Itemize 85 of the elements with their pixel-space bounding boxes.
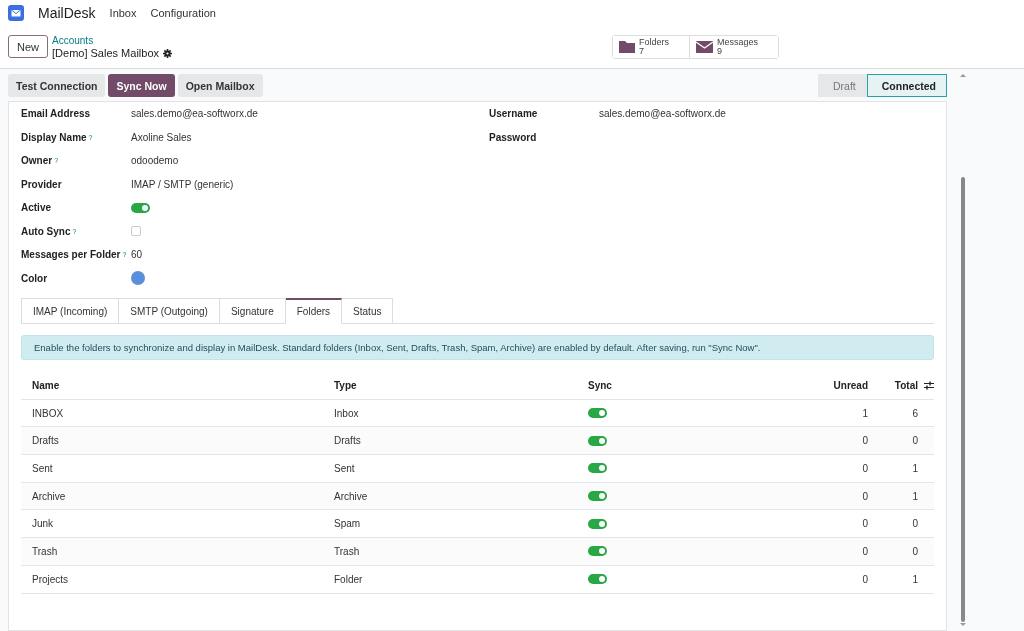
table-cell-text: Trash [334, 545, 361, 557]
column-header[interactable]: Name [32, 379, 334, 391]
stat-button[interactable]: Messages 9 [689, 35, 779, 58]
info-notice: Enable the folders to synchronize and display in MailDesk. Standard folders (Inbox, Sent, Drafts, Trash, Spam, Archive) are enabled by default. After saving, run "Sync Now". [21, 335, 934, 360]
table-cell-text: Sent [32, 462, 54, 474]
field-label: Auto Sync [21, 225, 71, 237]
table-cell-text: Folder [334, 573, 364, 585]
table-cell-text: 1 [861, 407, 868, 419]
column-header[interactable]: Sync [588, 379, 808, 391]
status-stage[interactable]: Draft [817, 74, 867, 97]
column-header[interactable]: Total [868, 379, 918, 391]
toggle-switch[interactable] [588, 546, 607, 557]
table-cell-text: 1 [911, 462, 918, 474]
field-label: Provider [21, 178, 62, 190]
table-cell-text: 0 [861, 518, 868, 530]
field-label: Email Address [21, 108, 91, 120]
table-cell-text: Archive [334, 490, 369, 502]
table-cell-text: 1 [911, 573, 918, 585]
field-label: Messages per Folder [21, 249, 121, 261]
envelope-icon [696, 40, 714, 53]
table-cell-text: 0 [861, 462, 868, 474]
table-cell-text: Drafts [334, 435, 362, 447]
app-name[interactable]: MailDesk [38, 4, 96, 21]
color-dot[interactable] [131, 271, 145, 286]
toggle-switch[interactable] [588, 463, 607, 474]
table-cell-text: Junk [32, 518, 55, 530]
table-cell-text: 0 [911, 545, 918, 557]
envelope-app-icon[interactable] [8, 4, 24, 21]
status-stage[interactable]: Connected [866, 74, 947, 97]
tab[interactable]: SMTP (Outgoing) [119, 298, 220, 324]
table-cell-text: 1 [911, 490, 918, 502]
table-cell-text: Projects [32, 573, 70, 585]
toggle-switch[interactable] [588, 518, 607, 529]
table-cell-text: 0 [861, 545, 868, 557]
table-cell-text: 0 [911, 435, 918, 447]
table-cell-text: Sent [334, 462, 356, 474]
breadcrumb-link[interactable]: Accounts [52, 33, 172, 47]
toggle-switch[interactable] [588, 574, 607, 585]
field-label: Active [21, 202, 51, 214]
table-row[interactable]: Drafts Drafts 0 0 [21, 427, 934, 456]
field-value: odoodemo [131, 155, 180, 167]
gear-icon[interactable] [163, 48, 172, 58]
column-header[interactable]: Type [334, 379, 588, 391]
table-cell-text: Archive [32, 490, 67, 502]
tab[interactable]: IMAP (Incoming) [21, 298, 120, 324]
folder-icon [619, 40, 635, 53]
table-cell-text: Spam [334, 518, 362, 530]
table-cell-text: 0 [861, 573, 868, 585]
field-value: Axoline Sales [131, 131, 193, 143]
field-label: Username [489, 108, 539, 120]
table-row[interactable]: Trash Trash 0 0 [21, 538, 934, 566]
table-cell-text: 0 [861, 490, 868, 502]
field-label: Password [489, 131, 538, 143]
field-value: sales.demo@ea-softworx.de [599, 108, 727, 120]
new-button[interactable]: New [8, 35, 48, 58]
table-cell-text: 6 [911, 407, 918, 419]
column-settings-icon[interactable] [924, 380, 934, 390]
toggle-switch[interactable] [588, 435, 607, 446]
field-value: 60 [131, 249, 144, 261]
field-label: Owner [21, 155, 53, 167]
checkbox[interactable] [131, 226, 141, 237]
menu-item[interactable]: Inbox [109, 6, 137, 19]
action-button[interactable]: Sync Now [108, 74, 175, 97]
table-cell-text: 0 [911, 518, 918, 530]
menu-item[interactable]: Configuration [150, 6, 216, 19]
field-label: Display Name [21, 131, 87, 143]
toggle-switch[interactable] [588, 408, 607, 419]
table-cell-text: Trash [32, 545, 59, 557]
field-label: Color [21, 272, 48, 284]
tab[interactable]: Signature [219, 298, 286, 324]
field-value: IMAP / SMTP (generic) [131, 178, 235, 190]
tab[interactable]: Folders [285, 298, 343, 324]
table-cell-text: INBOX [32, 407, 65, 419]
table-cell-text: Inbox [334, 407, 360, 419]
table-cell-text: Drafts [32, 435, 60, 447]
column-header[interactable]: Unread [808, 379, 868, 391]
action-button[interactable]: Open Mailbox [177, 74, 263, 97]
action-button[interactable]: Test Connection [8, 74, 106, 97]
table-row[interactable]: Archive Archive 0 1 [21, 482, 934, 511]
field-value: sales.demo@ea-softworx.de [131, 108, 259, 120]
table-cell-text: 0 [861, 435, 868, 447]
toggle-switch[interactable] [588, 491, 607, 502]
record-title: [Demo] Sales Mailbox [52, 46, 159, 60]
tab[interactable]: Status [342, 298, 394, 324]
toggle-switch[interactable] [131, 202, 150, 213]
